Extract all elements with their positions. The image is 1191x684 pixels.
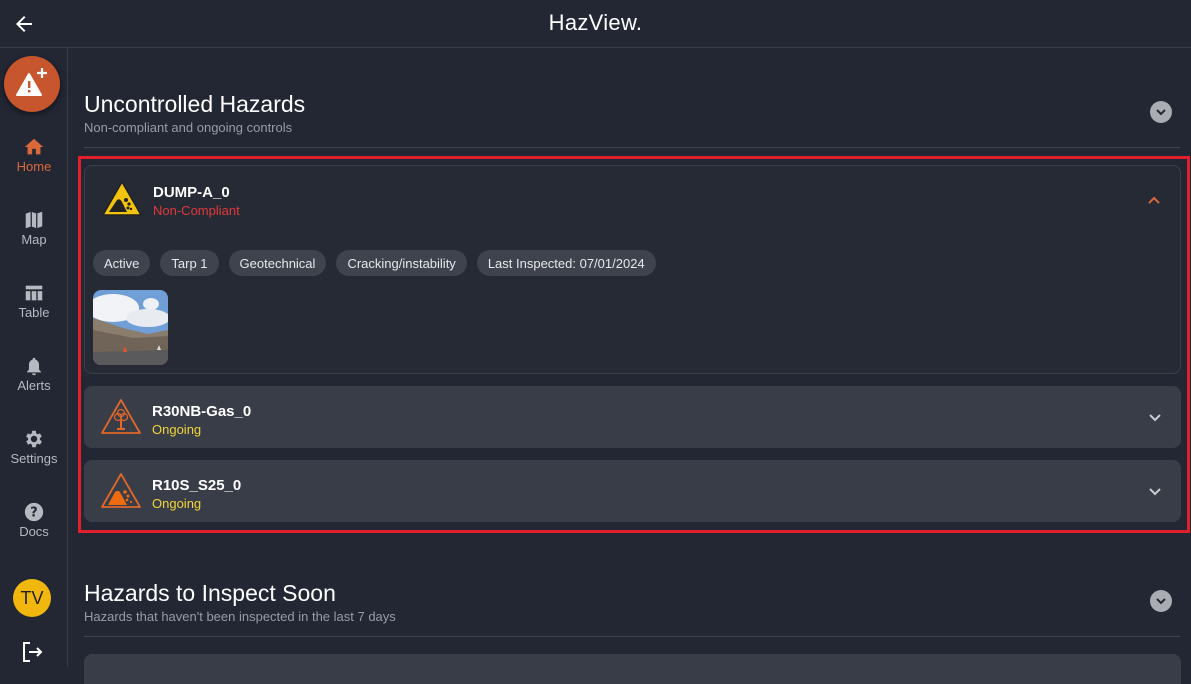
chevron-down-icon[interactable] — [1147, 483, 1163, 499]
chevron-down-icon — [1156, 109, 1166, 116]
map-icon — [25, 211, 43, 229]
hazard-status: Non-Compliant — [153, 203, 240, 218]
rockfall-warning-icon — [101, 473, 141, 508]
sidebar: Home Map Table Alerts Settings ? Docs TV — [0, 48, 68, 667]
chevron-down-icon[interactable] — [1147, 409, 1163, 425]
landscape-photo — [93, 290, 168, 365]
hazard-name: R10S_S25_0 — [152, 477, 242, 494]
hazard-card[interactable]: R10S_S25_0 Ongoing — [84, 460, 1181, 522]
sidebar-item-settings[interactable]: Settings — [0, 428, 68, 466]
sidebar-item-map[interactable]: Map — [0, 209, 68, 247]
top-bar: HazView. — [0, 0, 1191, 48]
section-collapse-button[interactable] — [1150, 101, 1172, 123]
app-title: HazView. — [548, 10, 643, 35]
rockfall-warning-icon — [102, 181, 142, 216]
sidebar-item-label: Docs — [19, 524, 49, 539]
table-icon — [25, 285, 43, 301]
main-content: Uncontrolled Hazards Non-compliant and o… — [69, 49, 1191, 684]
svg-text:?: ? — [30, 506, 37, 521]
sidebar-item-label: Home — [16, 159, 52, 174]
sidebar-item-label: Settings — [10, 451, 58, 466]
sidebar-item-alerts[interactable]: Alerts — [0, 355, 68, 393]
chevron-down-icon — [1156, 598, 1166, 605]
bell-icon — [27, 357, 41, 376]
section-title: Uncontrolled Hazards — [84, 91, 306, 117]
sidebar-item-home[interactable]: Home — [0, 136, 68, 174]
user-avatar[interactable]: TV — [13, 579, 51, 617]
home-icon — [24, 138, 44, 155]
logout-icon — [23, 642, 43, 662]
gas-explosion-warning-icon — [101, 399, 141, 434]
sidebar-item-label: Map — [21, 232, 47, 247]
tag-chip[interactable]: Tarp 1 — [160, 250, 219, 276]
hazard-status: Ongoing — [152, 422, 202, 437]
section-title: Hazards to Inspect Soon — [84, 580, 336, 606]
hazard-photo-thumbnail[interactable] — [93, 290, 168, 365]
tag-chip[interactable]: Active — [93, 250, 151, 276]
hazard-name: DUMP-A_0 — [153, 184, 230, 201]
tag-list: Active Tarp 1 Geotechnical Cracking/inst… — [93, 250, 656, 276]
logout-button[interactable] — [20, 640, 44, 664]
section-divider — [84, 147, 1180, 148]
gear-icon — [26, 430, 42, 448]
hazard-card[interactable]: R30NB-Gas_0 Ongoing — [84, 386, 1181, 448]
add-hazard-icon — [16, 68, 47, 96]
hazard-name: R30NB-Gas_0 — [152, 403, 252, 420]
tag-chip[interactable]: Geotechnical — [228, 250, 327, 276]
sidebar-item-label: Table — [18, 305, 50, 320]
hazard-status: Ongoing — [152, 496, 202, 511]
section-subtitle: Hazards that haven't been inspected in t… — [84, 609, 396, 624]
sidebar-item-docs[interactable]: ? Docs — [0, 501, 68, 539]
chevron-up-icon[interactable] — [1146, 193, 1162, 209]
section-subtitle: Non-compliant and ongoing controls — [84, 120, 293, 135]
help-icon: ? — [24, 502, 44, 522]
tag-chip[interactable]: Cracking/instability — [336, 250, 467, 276]
section-collapse-button[interactable] — [1150, 590, 1172, 612]
sidebar-item-label: Alerts — [17, 378, 51, 393]
last-inspected-chip[interactable]: Last Inspected: 07/01/2024 — [476, 250, 656, 276]
add-hazard-button[interactable] — [4, 56, 60, 112]
hazard-card[interactable] — [84, 654, 1181, 684]
sidebar-item-table[interactable]: Table — [0, 282, 68, 320]
section-divider — [84, 636, 1180, 637]
hazard-card[interactable]: DUMP-A_0 Non-Compliant Active Tarp 1 Geo… — [84, 165, 1181, 374]
